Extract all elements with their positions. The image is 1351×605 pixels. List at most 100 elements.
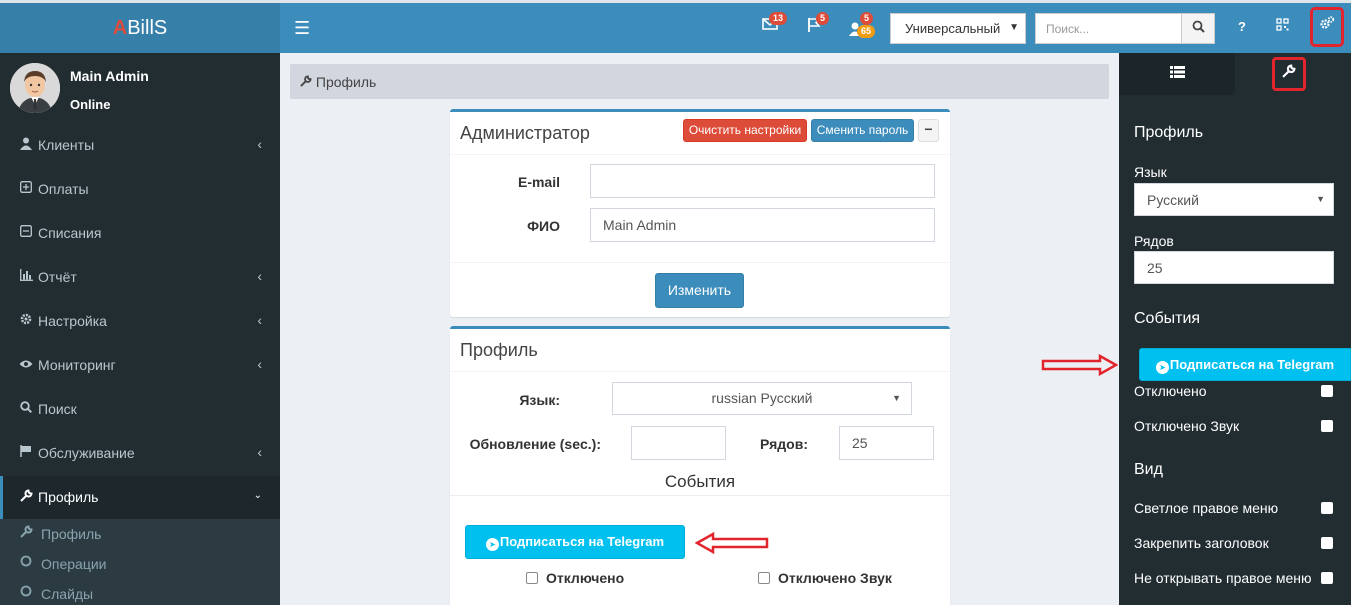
sidebar-item-profile[interactable]: Профиль ⌄ [0, 476, 280, 520]
users-badge-top: 5 [860, 12, 874, 25]
wrench-icon [300, 74, 312, 90]
control-disabled-sound-checkbox[interactable] [1321, 420, 1333, 432]
sidebar-item-payments[interactable]: Оплаты [0, 168, 280, 212]
chevron-down-icon: ▼ [892, 393, 901, 403]
search-button[interactable] [1181, 13, 1215, 44]
control-telegram-subscribe-button[interactable]: ➤ Подписаться на Telegram [1139, 348, 1351, 381]
tab-list[interactable] [1119, 53, 1235, 95]
clear-settings-button[interactable]: Очистить настройки [683, 119, 807, 142]
chevron-left-icon: ‹ [257, 136, 262, 152]
control-disabled-sound-label: Отключено Звук [1134, 418, 1240, 434]
admin-avatar-image [10, 63, 60, 113]
refresh-field[interactable] [631, 426, 726, 460]
fio-label: ФИО [527, 218, 560, 234]
language-select[interactable]: russian Русский ▼ [612, 382, 912, 415]
box-title: Профиль [460, 340, 538, 360]
sidebar-toggle-icon[interactable]: ☰ [294, 18, 310, 39]
chevron-down-icon: ⌄ [253, 490, 262, 501]
telegram-button-label: Подписаться на Telegram [499, 534, 665, 549]
control-profile-heading: Профиль [1134, 124, 1204, 141]
sidebar-item-label: Обслуживание [38, 445, 135, 461]
breadcrumb-label[interactable]: Профиль [316, 74, 376, 90]
submenu-item-label: Профиль [41, 526, 102, 542]
control-disabled-label: Отключено [1134, 383, 1207, 399]
sidebar-item-label: Оплаты [38, 181, 89, 197]
control-sidebar-toggle[interactable] [1310, 7, 1344, 47]
box-divider [450, 371, 950, 372]
control-no-open-right-checkbox[interactable] [1321, 572, 1333, 584]
users-badge-bottom: 65 [857, 25, 876, 38]
fio-field[interactable]: Main Admin [590, 208, 935, 242]
user-icon [18, 137, 34, 153]
control-sidebar: Профиль Язык Русский ▼ Рядов 25 События ➤… [1119, 53, 1351, 605]
control-light-menu-label: Светлое правое меню [1134, 500, 1279, 516]
control-language-select[interactable]: Русский ▼ [1134, 183, 1334, 216]
submenu-item-label: Слайды [41, 586, 94, 602]
sidebar-item-settings[interactable]: Настройка ‹ [0, 300, 280, 344]
telegram-icon: ➤ [1155, 361, 1169, 374]
qr-grid-button[interactable] [1276, 18, 1289, 34]
submenu-item-label: Операции [41, 556, 107, 572]
submenu-item-profile[interactable]: Профиль [0, 519, 280, 549]
sidebar-item-report[interactable]: Отчёт ‹ [0, 256, 280, 300]
sidebar-item-clients[interactable]: Клиенты ‹ [0, 124, 280, 168]
control-disabled-checkbox[interactable] [1321, 385, 1333, 397]
search-icon [1192, 20, 1205, 33]
flag-icon [18, 445, 34, 460]
disabled-label: Отключено [546, 570, 625, 586]
minimize-box-button[interactable]: − [918, 119, 939, 142]
box-divider [450, 262, 950, 263]
sidebar-item-label: Клиенты [38, 137, 95, 153]
mode-select[interactable]: Универсальный ▼ [890, 13, 1026, 44]
email-field[interactable] [590, 164, 935, 198]
disabled-sound-label: Отключено Звук [778, 570, 892, 586]
qrcode-icon [1276, 18, 1289, 31]
box-divider [450, 154, 950, 155]
control-view-heading: Вид [1134, 461, 1163, 478]
telegram-subscribe-button[interactable]: ➤ Подписаться на Telegram [465, 525, 685, 559]
user-name: Main Admin [70, 68, 149, 84]
submenu-item-slides[interactable]: Слайды [0, 579, 280, 605]
control-fix-header-label: Закрепить заголовок [1134, 535, 1269, 551]
email-label: E-mail [517, 174, 560, 190]
sidebar-item-charges[interactable]: Списания [0, 212, 280, 256]
control-rows-label: Рядов [1134, 233, 1174, 249]
sidebar-item-label: Отчёт [38, 269, 77, 285]
app-logo[interactable]: ABillS [0, 3, 280, 53]
control-fix-header-checkbox[interactable] [1321, 537, 1333, 549]
list-icon [1169, 66, 1185, 78]
submit-change-button[interactable]: Изменить [655, 273, 744, 308]
control-rows-value: 25 [1147, 260, 1163, 276]
search-icon [18, 401, 34, 416]
fio-value: Main Admin [603, 217, 677, 233]
avatar [10, 63, 60, 113]
wrench-icon [18, 489, 34, 505]
tab-settings[interactable] [1235, 53, 1351, 95]
control-language-value: Русский [1147, 192, 1199, 208]
telegram-icon: ➤ [485, 538, 499, 551]
rows-field[interactable]: 25 [839, 426, 934, 460]
control-rows-field[interactable]: 25 [1134, 251, 1334, 284]
annotation-arrow-left-icon [695, 531, 769, 555]
control-language-label: Язык [1134, 164, 1167, 180]
disabled-checkbox[interactable] [526, 572, 538, 584]
sidebar-item-monitoring[interactable]: Мониторинг ‹ [0, 344, 280, 388]
disabled-sound-checkbox[interactable] [758, 572, 770, 584]
breadcrumb: Профиль [290, 64, 1109, 99]
user-status: Online [70, 97, 111, 112]
bar-chart-icon [18, 269, 34, 284]
rows-label: Рядов: [759, 436, 808, 452]
help-button[interactable]: ? [1238, 19, 1246, 34]
change-password-button[interactable]: Сменить пароль [811, 119, 914, 142]
control-light-menu-checkbox[interactable] [1321, 502, 1333, 514]
main-sidebar: Main Admin Online Клиенты ‹ Оплаты Списа… [0, 53, 280, 605]
gears-icon [1320, 16, 1335, 29]
control-events-heading: События [1134, 310, 1201, 327]
box-title: Администратор [460, 123, 590, 143]
chevron-left-icon: ‹ [257, 312, 262, 328]
search-placeholder: Поиск... [1046, 22, 1090, 36]
sidebar-item-maintenance[interactable]: Обслуживание ‹ [0, 432, 280, 476]
sidebar-item-search[interactable]: Поиск [0, 388, 280, 432]
submenu-item-operations[interactable]: Операции [0, 549, 280, 579]
eye-icon [18, 357, 34, 372]
